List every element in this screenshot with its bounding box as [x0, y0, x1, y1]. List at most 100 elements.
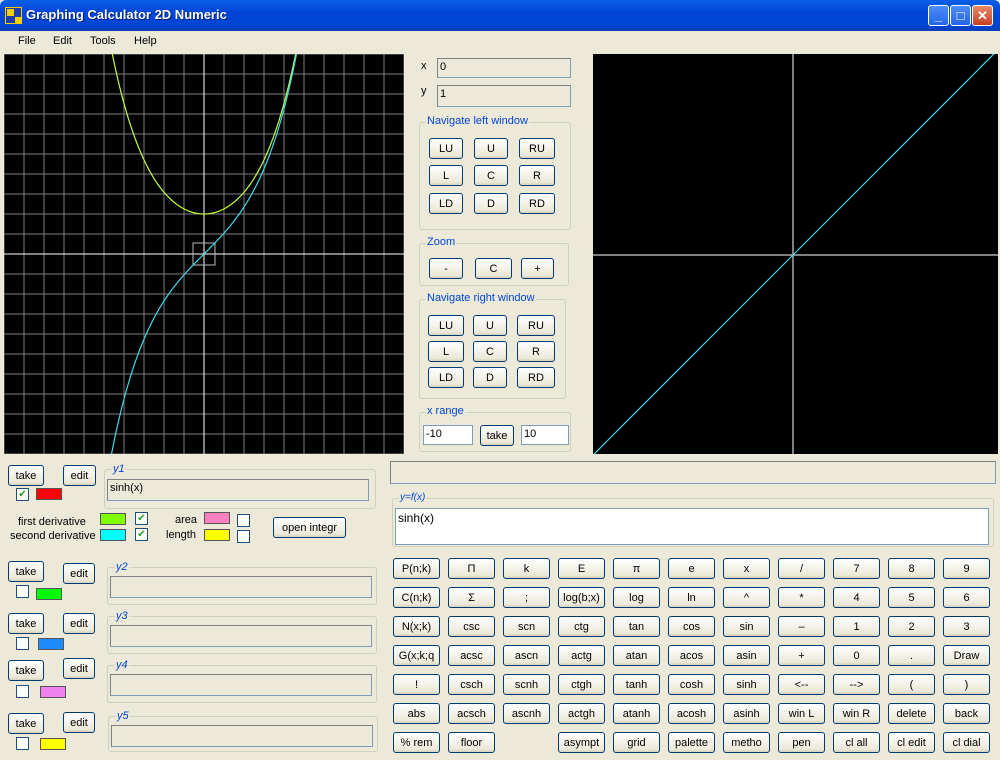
key-0-10-button[interactable]: 9	[943, 558, 990, 579]
nav-left-ru-button[interactable]: RU	[519, 138, 555, 159]
nav-left-u-button[interactable]: U	[474, 138, 508, 159]
y4-color-swatch[interactable]	[40, 686, 66, 698]
key-5-0-button[interactable]: abs	[393, 703, 440, 724]
nav-right-lu-button[interactable]: LU	[428, 315, 464, 336]
key-1-4-button[interactable]: log	[613, 587, 660, 608]
menu-edit[interactable]: Edit	[53, 35, 72, 47]
menu-help[interactable]: Help	[134, 35, 157, 47]
key-1-0-button[interactable]: C(n;k)	[393, 587, 440, 608]
menu-tools[interactable]: Tools	[90, 35, 116, 47]
key-5-3-button[interactable]: actgh	[558, 703, 605, 724]
menu-file[interactable]: File	[18, 35, 36, 47]
key-0-9-button[interactable]: 8	[888, 558, 935, 579]
key-2-1-button[interactable]: csc	[448, 616, 495, 637]
key-3-10-button[interactable]: Draw	[943, 645, 990, 666]
y2-color-swatch[interactable]	[36, 588, 62, 600]
nav-left-c-button[interactable]: C	[474, 165, 508, 186]
key-5-2-button[interactable]: ascnh	[503, 703, 550, 724]
y3-edit-button[interactable]: edit	[63, 613, 95, 634]
second-derivative-checkbox[interactable]: ✔	[135, 528, 148, 541]
key-6-8-button[interactable]: cl all	[833, 732, 880, 753]
key-0-6-button[interactable]: x	[723, 558, 770, 579]
key-5-8-button[interactable]: win R	[833, 703, 880, 724]
left-plot-canvas[interactable]	[4, 54, 404, 454]
y1-checkbox[interactable]: ✔	[16, 488, 29, 501]
y2-take-button[interactable]: take	[8, 561, 44, 582]
minimize-button[interactable]: _	[928, 5, 949, 26]
y2-checkbox[interactable]	[16, 585, 29, 598]
y3-color-swatch[interactable]	[38, 638, 64, 650]
key-2-9-button[interactable]: 2	[888, 616, 935, 637]
key-1-9-button[interactable]: 5	[888, 587, 935, 608]
key-5-6-button[interactable]: asinh	[723, 703, 770, 724]
nav-right-r-button[interactable]: R	[517, 341, 555, 362]
key-1-7-button[interactable]: *	[778, 587, 825, 608]
key-2-8-button[interactable]: 1	[833, 616, 880, 637]
key-2-7-button[interactable]: –	[778, 616, 825, 637]
second-derivative-color-swatch[interactable]	[100, 529, 126, 541]
key-6-0-button[interactable]: % rem	[393, 732, 440, 753]
key-5-1-button[interactable]: acsch	[448, 703, 495, 724]
key-6-6-button[interactable]: metho	[723, 732, 770, 753]
key-4-4-button[interactable]: tanh	[613, 674, 660, 695]
key-0-2-button[interactable]: k	[503, 558, 550, 579]
key-0-1-button[interactable]: Π	[448, 558, 495, 579]
key-4-0-button[interactable]: !	[393, 674, 440, 695]
nav-left-r-button[interactable]: R	[519, 165, 555, 186]
y1-edit-button[interactable]: edit	[63, 465, 96, 486]
key-6-1-button[interactable]: floor	[448, 732, 495, 753]
key-1-2-button[interactable]: ;	[503, 587, 550, 608]
nav-right-c-button[interactable]: C	[473, 341, 507, 362]
key-3-0-button[interactable]: G(x;k;q	[393, 645, 440, 666]
key-1-5-button[interactable]: ln	[668, 587, 715, 608]
key-3-9-button[interactable]: .	[888, 645, 935, 666]
key-2-0-button[interactable]: N(x;k)	[393, 616, 440, 637]
nav-right-rd-button[interactable]: RD	[517, 367, 555, 388]
key-4-5-button[interactable]: cosh	[668, 674, 715, 695]
key-1-8-button[interactable]: 4	[833, 587, 880, 608]
key-1-1-button[interactable]: Σ	[448, 587, 495, 608]
nav-left-d-button[interactable]: D	[474, 193, 508, 214]
key-6-7-button[interactable]: pen	[778, 732, 825, 753]
key-3-1-button[interactable]: acsc	[448, 645, 495, 666]
y4-input[interactable]	[110, 674, 372, 696]
y2-input[interactable]	[110, 576, 372, 598]
y5-take-button[interactable]: take	[8, 713, 44, 734]
key-0-7-button[interactable]: /	[778, 558, 825, 579]
key-4-2-button[interactable]: scnh	[503, 674, 550, 695]
key-3-5-button[interactable]: acos	[668, 645, 715, 666]
y1-input[interactable]: sinh(x)	[107, 479, 369, 501]
key-4-8-button[interactable]: -->	[833, 674, 880, 695]
key-0-4-button[interactable]: π	[613, 558, 660, 579]
key-2-3-button[interactable]: ctg	[558, 616, 605, 637]
y4-checkbox[interactable]	[16, 685, 29, 698]
key-4-7-button[interactable]: <--	[778, 674, 825, 695]
length-checkbox[interactable]	[237, 530, 250, 543]
key-2-10-button[interactable]: 3	[943, 616, 990, 637]
nav-right-ru-button[interactable]: RU	[517, 315, 555, 336]
key-2-2-button[interactable]: scn	[503, 616, 550, 637]
xrange-max-input[interactable]: 10	[521, 425, 569, 445]
key-4-6-button[interactable]: sinh	[723, 674, 770, 695]
key-3-6-button[interactable]: asin	[723, 645, 770, 666]
key-6-5-button[interactable]: palette	[668, 732, 715, 753]
key-5-9-button[interactable]: delete	[888, 703, 935, 724]
zoom-out-button[interactable]: -	[429, 258, 463, 279]
key-4-1-button[interactable]: csch	[448, 674, 495, 695]
area-color-swatch[interactable]	[204, 512, 230, 524]
right-plot-canvas[interactable]	[593, 54, 998, 454]
expression-input[interactable]: sinh(x)	[395, 508, 989, 545]
key-3-2-button[interactable]: ascn	[503, 645, 550, 666]
close-button[interactable]: ✕	[972, 5, 993, 26]
key-4-3-button[interactable]: ctgh	[558, 674, 605, 695]
nav-left-l-button[interactable]: L	[429, 165, 463, 186]
xrange-min-input[interactable]: -10	[423, 425, 473, 445]
y5-edit-button[interactable]: edit	[63, 712, 95, 733]
y5-input[interactable]	[111, 725, 373, 747]
key-2-4-button[interactable]: tan	[613, 616, 660, 637]
y3-input[interactable]	[110, 625, 372, 647]
nav-left-rd-button[interactable]: RD	[519, 193, 555, 214]
nav-left-lu-button[interactable]: LU	[429, 138, 463, 159]
y5-checkbox[interactable]	[16, 737, 29, 750]
x-coord-field[interactable]: 0	[437, 58, 571, 78]
